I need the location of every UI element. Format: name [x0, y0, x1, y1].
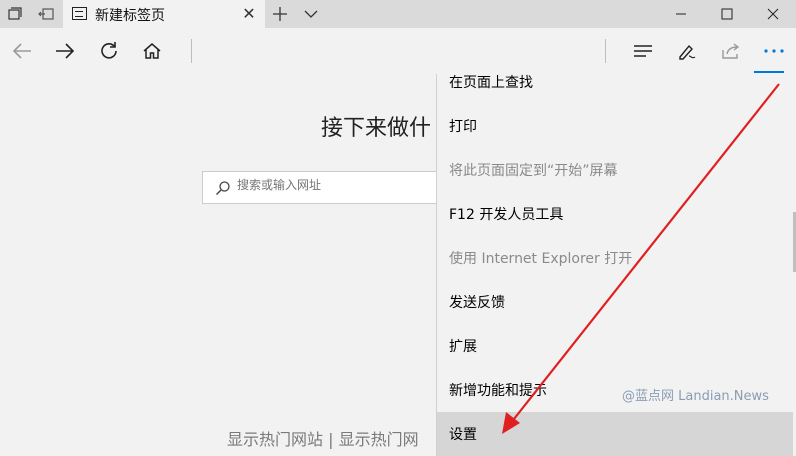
close-icon[interactable]	[750, 0, 796, 28]
navigation-bar	[0, 28, 796, 74]
menu-item-f12-dev-tools[interactable]: F12 开发人员工具	[437, 192, 793, 236]
new-tab-page-icon	[72, 7, 87, 20]
share-icon[interactable]	[717, 37, 745, 65]
menu-item-pin-to-start: 将此页面固定到“开始”屏幕	[449, 163, 618, 179]
menu-item-find-on-page[interactable]: 在页面上查找	[437, 74, 793, 104]
search-icon	[215, 180, 231, 200]
top-sites-toggle-text[interactable]: 显示热门网站 | 显示热门网	[227, 426, 419, 450]
back-icon[interactable]	[8, 37, 36, 65]
watermark: @蓝点网 Landian.News	[622, 389, 769, 404]
more-icon[interactable]	[760, 37, 788, 65]
tab-preview-icon[interactable]	[5, 4, 25, 24]
maximize-icon[interactable]	[704, 0, 750, 28]
active-tab[interactable]: 新建标签页 ✕	[63, 0, 265, 28]
page-heading: 接下来做什	[321, 116, 432, 141]
tab-list-chevron-icon[interactable]	[301, 4, 321, 24]
menu-item-send-feedback[interactable]: 发送反馈	[437, 280, 793, 324]
new-tab-icon[interactable]	[269, 4, 291, 24]
refresh-icon[interactable]	[95, 37, 123, 65]
tab-title: 新建标签页	[95, 8, 165, 24]
home-icon[interactable]	[138, 37, 166, 65]
hub-icon[interactable]	[629, 37, 657, 65]
title-bar: 新建标签页 ✕	[0, 0, 796, 28]
forward-icon[interactable]	[51, 37, 79, 65]
menu-item-open-with-ie: 使用 Internet Explorer 打开	[449, 251, 633, 267]
toolbar-separator	[605, 39, 606, 63]
menu-item-print[interactable]: 打印	[437, 104, 793, 148]
tab-aside-icon[interactable]	[36, 4, 56, 24]
address-separator	[191, 39, 192, 63]
menu-item-extensions[interactable]: 扩展	[437, 324, 793, 368]
tab-close-icon[interactable]: ✕	[239, 4, 259, 24]
search-box[interactable]	[202, 171, 452, 204]
web-note-icon[interactable]	[673, 37, 701, 65]
search-input[interactable]	[237, 178, 437, 192]
menu-item-settings[interactable]: 设置	[437, 412, 793, 456]
more-button-active-indicator	[754, 71, 784, 73]
minimize-icon[interactable]	[658, 0, 704, 28]
